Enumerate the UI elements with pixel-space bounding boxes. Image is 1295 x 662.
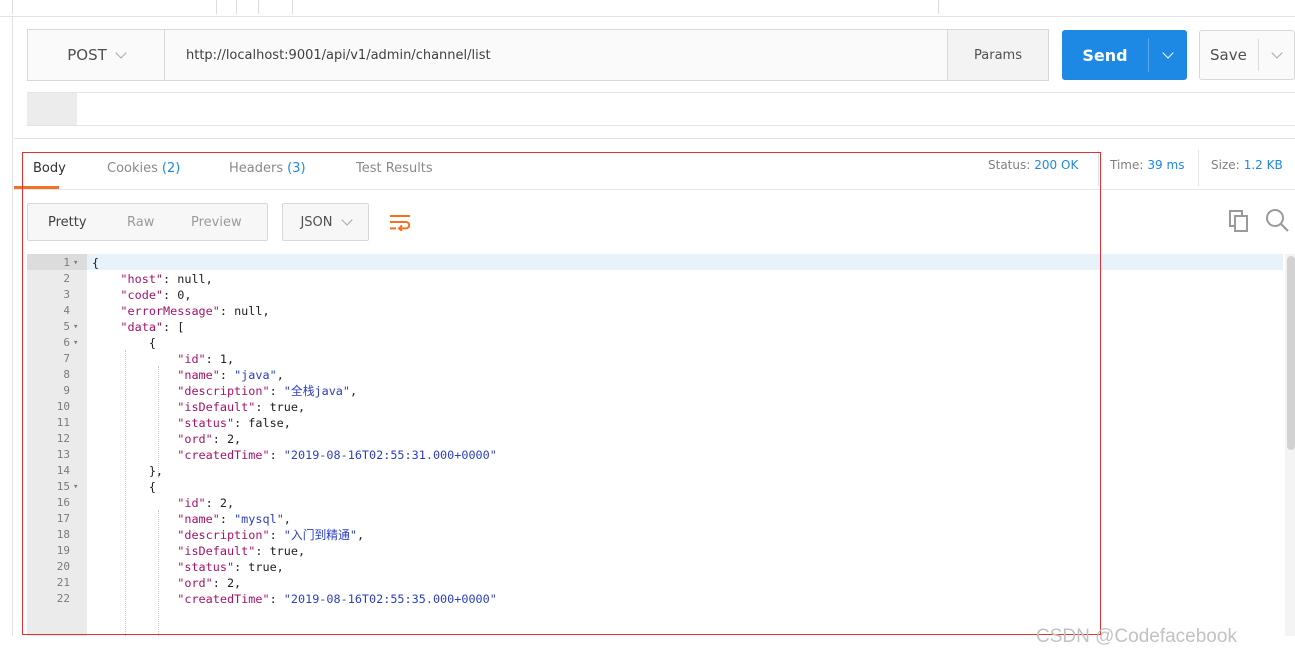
method-select[interactable]: POST <box>27 29 165 81</box>
chevron-down-icon <box>115 46 127 59</box>
left-border <box>12 16 13 636</box>
annotation-box <box>22 152 1101 635</box>
request-options-cell[interactable] <box>27 93 77 125</box>
size-value: 1.2 KB <box>1243 158 1283 172</box>
time-info: Time: 39 ms <box>1110 158 1184 172</box>
tab-strip-divider <box>258 0 259 14</box>
url-input[interactable]: http://localhost:9001/api/v1/admin/chann… <box>165 29 948 81</box>
send-button[interactable]: Send <box>1062 30 1148 80</box>
copy-icon[interactable] <box>1227 209 1251 233</box>
save-button[interactable]: Save <box>1210 31 1247 79</box>
scrollbar-thumb[interactable] <box>1287 256 1295 450</box>
section-divider <box>14 138 1295 139</box>
tab-strip-divider <box>292 0 293 14</box>
save-options-button[interactable] <box>1260 31 1294 79</box>
tab-strip <box>0 0 1295 17</box>
size-label: Size: <box>1211 158 1240 172</box>
tab-strip-divider <box>12 0 13 14</box>
tab-strip-divider <box>236 0 237 14</box>
tab-strip-divider <box>216 0 217 14</box>
chevron-down-icon <box>1162 46 1174 59</box>
method-label: POST <box>67 46 107 64</box>
save-divider <box>1258 39 1259 71</box>
time-label: Time: <box>1110 158 1144 172</box>
send-button-group: Send <box>1062 30 1187 80</box>
search-icon[interactable] <box>1264 207 1290 233</box>
tab-strip-divider <box>938 0 939 14</box>
meta-divider <box>1198 150 1199 186</box>
send-options-button[interactable] <box>1149 30 1187 80</box>
size-info: Size: 1.2 KB <box>1211 158 1283 172</box>
save-button-group: Save <box>1199 30 1295 80</box>
request-options-row <box>27 92 1295 126</box>
params-label: Params <box>974 47 1022 63</box>
chevron-down-icon <box>1271 46 1283 59</box>
time-value: 39 ms <box>1147 158 1185 172</box>
watermark: CSDN @Codefacebook <box>1036 626 1237 647</box>
params-button[interactable]: Params <box>948 29 1049 81</box>
url-text: http://localhost:9001/api/v1/admin/chann… <box>186 47 491 63</box>
